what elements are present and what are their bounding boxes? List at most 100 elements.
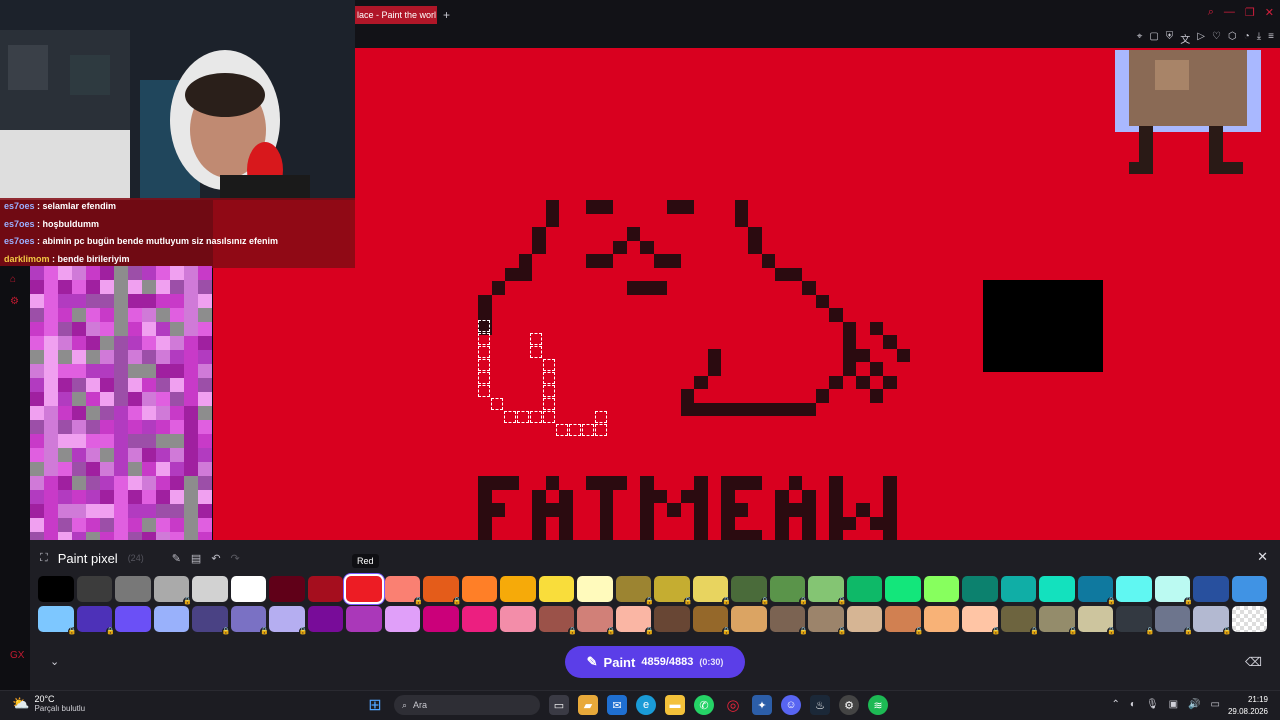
color-swatch[interactable] [346,606,382,632]
color-swatch[interactable] [846,576,882,602]
color-swatch[interactable]: 🔒 [577,606,616,636]
menu-icon[interactable]: ≡ [1268,31,1274,46]
microphone-icon[interactable]: 🎙 [1146,699,1159,710]
network-icon[interactable]: ▣ [1169,699,1178,710]
screenshot-icon[interactable]: ▢ [1149,31,1158,46]
color-swatch[interactable] [923,576,959,602]
pencil-icon[interactable]: ✎ [172,552,181,565]
color-swatch[interactable]: 🔒 [1039,606,1078,636]
color-swatch[interactable] [307,576,343,602]
task-view-icon[interactable]: ▭ [549,695,569,715]
whatsapp-icon[interactable]: ✆ [694,695,714,715]
file-explorer-icon[interactable]: ▰ [578,695,598,715]
chevron-up-icon[interactable]: ⌃ [1112,699,1120,710]
color-swatch[interactable]: 🔒 [1116,606,1155,636]
color-swatch[interactable] [1193,576,1229,602]
color-swatch[interactable]: 🔒 [808,576,847,606]
selected-pixel[interactable] [543,411,555,423]
undo-icon[interactable]: ↶ [211,552,220,565]
pixel-canvas-top[interactable] [355,48,1280,200]
color-swatch[interactable] [269,576,305,602]
selected-pixel[interactable] [543,359,555,371]
gx-icon[interactable]: GX [10,650,24,661]
eraser-icon[interactable]: ⌫ [1245,655,1262,669]
selected-pixel[interactable] [595,424,607,436]
minimize-icon[interactable]: — [1224,6,1235,19]
tray-app-icon[interactable]: ◐ [1130,699,1136,710]
color-swatch[interactable]: 🔒 [1000,606,1039,636]
color-swatch[interactable] [1039,576,1075,602]
color-swatch[interactable]: 🔒 [962,606,1001,636]
steam-icon[interactable]: ♨ [810,695,830,715]
weather-widget[interactable]: ⛅ 20°C Parçalı bulutlu [12,694,85,713]
color-swatch[interactable]: 🔒 [615,606,654,636]
color-swatch[interactable]: 🔒 [38,606,77,636]
extensions-icon[interactable]: ⬡ [1228,31,1237,46]
selected-pixel[interactable] [504,411,516,423]
volume-icon[interactable]: 🔊 [1188,699,1200,710]
pin-icon[interactable]: ⌖ [1137,31,1143,46]
color-swatch[interactable]: 🔒 [692,606,731,636]
color-swatch[interactable]: 🔒 [153,576,192,606]
play-icon[interactable]: ▷ [1197,31,1205,46]
color-swatch[interactable]: 🔒 [384,576,423,606]
color-swatch[interactable] [923,606,959,632]
color-swatch[interactable] [654,606,690,632]
color-swatch[interactable]: 🔒 [538,606,577,636]
selected-pixel[interactable] [478,333,490,345]
chevron-down-icon[interactable]: ⌄ [50,655,59,668]
color-swatch[interactable] [115,606,151,632]
app-icon[interactable]: ✦ [752,695,772,715]
discord-icon[interactable]: ☺ [781,695,801,715]
edge-icon[interactable]: e [636,695,656,715]
start-icon[interactable]: ⊞ [365,695,385,715]
paint-button[interactable]: ✎ Paint 4859/4883 (0:30) [565,646,745,678]
color-swatch[interactable] [153,606,189,632]
mail-icon[interactable]: ✉ [607,695,627,715]
color-swatch[interactable]: 🔒 [423,576,462,606]
selected-pixel[interactable] [478,359,490,371]
selected-pixel[interactable] [556,424,568,436]
shield-icon[interactable]: ⛨ [1166,31,1174,46]
color-swatch[interactable] [846,606,882,632]
color-swatch[interactable]: 🔒 [654,576,693,606]
new-tab-button[interactable]: + [443,6,450,24]
taskbar-search[interactable]: ⌕ Ara [394,695,540,715]
selected-pixel[interactable] [530,411,542,423]
selected-pixel[interactable] [478,372,490,384]
browser-tab[interactable]: lace - Paint the worl [355,6,437,24]
color-swatch[interactable] [115,576,151,602]
color-swatch[interactable] [1231,576,1267,602]
color-swatch[interactable] [962,576,998,602]
close-panel-icon[interactable]: ✕ [1257,549,1268,565]
gear-icon[interactable]: ⚙ [10,296,19,307]
selected-pixel[interactable] [478,346,490,358]
color-swatch[interactable] [500,576,536,602]
selected-pixel[interactable] [582,424,594,436]
selected-pixel[interactable] [595,411,607,423]
color-swatch[interactable] [461,576,497,602]
color-swatch[interactable] [76,576,112,602]
color-swatch[interactable]: 🔒 [731,576,770,606]
translate-icon[interactable]: 文 [1180,31,1190,46]
selected-pixel[interactable] [543,372,555,384]
color-swatch[interactable] [423,606,459,632]
color-swatch[interactable]: 🔒 [269,606,308,636]
color-swatch[interactable]: 🔒 [1077,576,1116,606]
selected-pixel[interactable] [491,398,503,410]
color-swatch[interactable] [346,576,382,602]
color-swatch[interactable] [307,606,343,632]
save-icon[interactable]: ▤ [191,552,201,565]
selected-pixel[interactable] [478,385,490,397]
selected-pixel[interactable] [569,424,581,436]
color-swatch[interactable]: 🔒 [1077,606,1116,636]
color-swatch[interactable] [731,606,767,632]
color-swatch[interactable] [500,606,536,632]
color-swatch[interactable] [38,576,74,602]
fullscreen-icon[interactable]: ⛶ [40,552,48,565]
redo-icon[interactable]: ↷ [231,552,240,565]
color-swatch[interactable]: 🔒 [76,606,115,636]
color-swatch[interactable] [1000,576,1036,602]
color-swatch[interactable]: 🔒 [615,576,654,606]
selected-pixel[interactable] [478,320,490,332]
